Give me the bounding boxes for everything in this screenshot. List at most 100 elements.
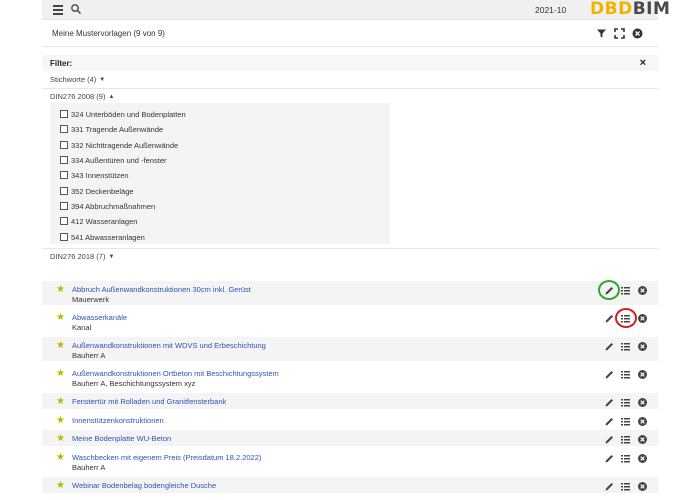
checkbox[interactable]: [60, 156, 68, 164]
star-icon[interactable]: ★: [56, 415, 65, 426]
delete-circle-icon[interactable]: [637, 434, 648, 445]
caret-down-icon: ▼: [99, 77, 106, 83]
delete-circle-icon[interactable]: [637, 416, 648, 427]
checkbox[interactable]: [60, 171, 68, 179]
filter-group-din276-2018[interactable]: DIN276 2018 (7) ▼: [50, 252, 114, 261]
template-row[interactable]: ★ Waschbecken mit eigenem Preis (Preisda…: [42, 449, 658, 473]
list-icon[interactable]: [620, 481, 631, 492]
edit-pencil-icon[interactable]: [604, 453, 615, 464]
checkbox[interactable]: [60, 217, 68, 225]
checkbox[interactable]: [60, 141, 68, 149]
page-title: Meine Mustervorlagen (9 von 9): [52, 29, 165, 38]
star-icon[interactable]: ★: [56, 452, 65, 463]
template-row[interactable]: ★ Innenstützenkonstruktionen: [42, 412, 658, 428]
list-icon[interactable]: [620, 397, 631, 408]
edit-pencil-icon[interactable]: [604, 313, 615, 324]
delete-circle-icon[interactable]: [637, 397, 648, 408]
list-icon[interactable]: [620, 416, 631, 427]
checkbox[interactable]: [60, 110, 68, 118]
template-row[interactable]: ★ Außenwandkonstruktionen Ortbeton mit B…: [42, 365, 658, 389]
filter-group-label: DIN276 2008 (9): [50, 92, 106, 101]
filter-header: Filter: ×: [42, 55, 658, 71]
filter-icon[interactable]: [596, 28, 607, 39]
filter-group-stichworte[interactable]: Stichworte (4) ▼: [50, 75, 105, 84]
filter-group-din276-2008[interactable]: DIN276 2008 (9) ▲: [50, 92, 114, 101]
edit-pencil-icon[interactable]: [604, 369, 615, 380]
delete-circle-icon[interactable]: [637, 453, 648, 464]
edit-pencil-icon[interactable]: [604, 341, 615, 352]
filter-option[interactable]: 352 Deckenbeläge: [60, 185, 134, 197]
filter-group-label: Stichworte (4): [50, 75, 97, 84]
template-subtitle: Mauerwerk: [72, 295, 110, 304]
star-icon[interactable]: ★: [56, 368, 65, 379]
list-icon[interactable]: [620, 369, 631, 380]
filter-label: Filter:: [50, 59, 73, 68]
delete-circle-icon[interactable]: [637, 285, 648, 296]
search-icon[interactable]: [70, 3, 82, 15]
star-icon[interactable]: ★: [56, 433, 65, 444]
filter-option[interactable]: 343 Innenstützen: [60, 169, 129, 181]
checkbox[interactable]: [60, 125, 68, 133]
delete-circle-icon[interactable]: [637, 369, 648, 380]
template-name-link[interactable]: Fenstertür mit Rolladen und Granitfenste…: [72, 397, 226, 406]
filter-group-label: DIN276 2018 (7): [50, 252, 106, 261]
din276-2008-options: 324 Unterböden und Bodenplatten 331 Trag…: [50, 103, 390, 244]
edit-pencil-icon[interactable]: [604, 481, 615, 492]
star-icon[interactable]: ★: [56, 340, 65, 351]
version-date: 2021-10: [535, 5, 567, 15]
checkbox[interactable]: [60, 233, 68, 241]
list-icon[interactable]: [620, 434, 631, 445]
template-name-link[interactable]: Außenwandkonstruktionen Ortbeton mit Bes…: [72, 369, 279, 378]
template-row[interactable]: ★ Abbruch Außenwandkonstruktionen 30cm i…: [42, 280, 658, 305]
dbdbim-logo: DBDBIM: [590, 0, 671, 19]
template-name-link[interactable]: Meine Bodenplatte WU-Beton: [72, 434, 171, 443]
template-row[interactable]: ★ Abwasserkanäle Kanal: [42, 308, 658, 333]
edit-pencil-icon[interactable]: [604, 397, 615, 408]
filter-option[interactable]: 394 Abbruchmaßnahmen: [60, 200, 155, 212]
filter-option[interactable]: 412 Wasseranlagen: [60, 215, 137, 227]
star-icon[interactable]: ★: [56, 312, 65, 323]
filter-option[interactable]: 324 Unterböden und Bodenplatten: [60, 108, 186, 120]
expand-icon[interactable]: [614, 28, 625, 39]
divider: [42, 88, 658, 89]
filter-option[interactable]: 331 Tragende Außenwände: [60, 123, 163, 135]
template-subtitle: Bauherr A: [72, 463, 106, 472]
checkbox[interactable]: [60, 202, 68, 210]
edit-pencil-icon[interactable]: [604, 416, 615, 427]
delete-circle-icon[interactable]: [637, 481, 648, 492]
template-row[interactable]: ★ Außenwandkonstruktionen mit WDVS und E…: [42, 337, 658, 361]
filter-option[interactable]: 332 Nichttragende Außenwände: [60, 139, 178, 151]
template-row[interactable]: ★ Fenstertür mit Rolladen und Granitfens…: [42, 393, 658, 409]
template-row[interactable]: ★ Meine Bodenplatte WU-Beton: [42, 430, 658, 446]
template-name-link[interactable]: Innenstützenkonstruktionen: [72, 416, 164, 425]
template-subtitle: Bauherr A: [72, 351, 106, 360]
template-name-link[interactable]: Außenwandkonstruktionen mit WDVS und Erb…: [72, 341, 266, 350]
list-icon[interactable]: [620, 453, 631, 464]
caret-up-icon: ▲: [108, 94, 115, 100]
template-name-link[interactable]: Abwasserkanäle: [72, 313, 127, 322]
highlight-ring-green: [598, 280, 620, 300]
caret-down-icon: ▼: [108, 254, 115, 260]
star-icon[interactable]: ★: [56, 396, 65, 407]
star-icon[interactable]: ★: [56, 284, 65, 295]
top-bar: 2021-10 DBDBIM: [42, 0, 670, 20]
filter-option[interactable]: 334 Außentüren und -fenster: [60, 154, 166, 166]
template-name-link[interactable]: Webinar Bodenbelag bodengleiche Dusche: [72, 481, 216, 490]
delete-circle-icon[interactable]: [637, 313, 648, 324]
list-icon[interactable]: [620, 285, 631, 296]
edit-pencil-icon[interactable]: [604, 434, 615, 445]
filter-close-icon[interactable]: ×: [640, 57, 646, 69]
filter-option[interactable]: 541 Abwasseranlagen: [60, 231, 145, 243]
checkbox[interactable]: [60, 187, 68, 195]
highlight-ring-red: [615, 308, 637, 328]
delete-circle-icon[interactable]: [637, 341, 648, 352]
template-subtitle: Kanal: [72, 323, 92, 332]
template-subtitle: Bauherr A, Beschichtungssystem xyz: [72, 379, 196, 388]
template-name-link[interactable]: Abbruch Außenwandkonstruktionen 30cm ink…: [72, 285, 251, 294]
close-circle-icon[interactable]: [632, 28, 643, 39]
template-row[interactable]: ★ Webinar Bodenbelag bodengleiche Dusche: [42, 477, 658, 493]
hamburger-menu-icon[interactable]: [53, 5, 63, 15]
template-name-link[interactable]: Waschbecken mit eigenem Preis (Preisdatu…: [72, 453, 261, 462]
list-icon[interactable]: [620, 341, 631, 352]
star-icon[interactable]: ★: [56, 480, 65, 491]
